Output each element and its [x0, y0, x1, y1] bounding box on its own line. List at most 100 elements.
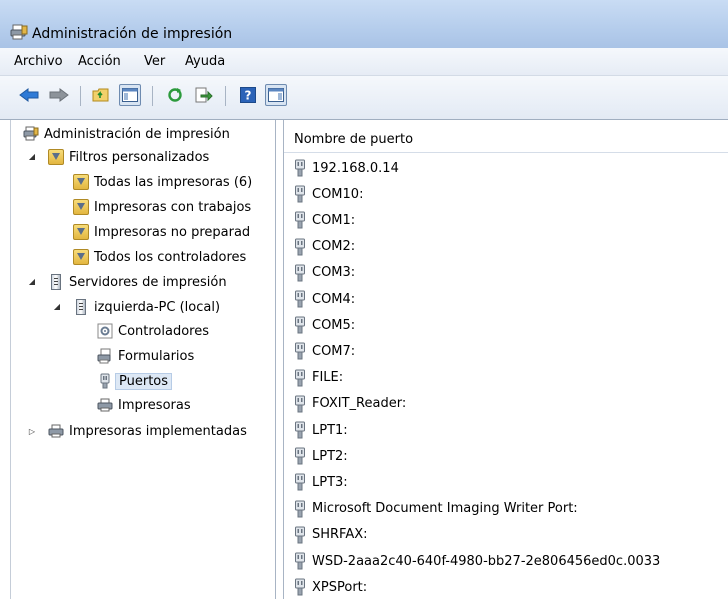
show-hide-console-tree-icon[interactable]	[119, 84, 141, 106]
port-row[interactable]: FOXIT_Reader:	[294, 393, 406, 415]
port-row[interactable]: COM10:	[294, 183, 363, 205]
menu-bar: Archivo Acción Ver Ayuda	[0, 48, 728, 76]
port-name: XPSPort:	[312, 579, 368, 595]
tree-label: Controladores	[118, 323, 209, 339]
toolbar-separator	[80, 86, 81, 106]
tree-label: Todas las impresoras (6)	[94, 174, 253, 190]
tree-node-print-servers[interactable]: Servidores de impresión	[48, 271, 227, 293]
forward-icon[interactable]	[48, 84, 70, 106]
window-title: Administración de impresión	[32, 26, 233, 42]
refresh-icon[interactable]	[164, 84, 186, 106]
port-icon	[294, 421, 306, 439]
port-row[interactable]: COM5:	[294, 314, 355, 336]
column-header-port-name[interactable]: Nombre de puerto	[284, 126, 728, 153]
port-row[interactable]: 192.168.0.14	[294, 157, 399, 179]
tree-node-deployed-printers[interactable]: Impresoras implementadas	[48, 420, 247, 442]
toolbar-separator	[152, 86, 153, 106]
export-list-icon[interactable]	[193, 84, 215, 106]
port-row[interactable]: Microsoft Document Imaging Writer Port:	[294, 498, 578, 520]
collapse-arrow-icon[interactable]: ◢	[27, 151, 37, 161]
port-name: SHRFAX:	[312, 527, 368, 543]
up-folder-icon[interactable]	[90, 84, 112, 106]
svg-text:?: ?	[245, 89, 252, 103]
collapse-arrow-icon[interactable]: ◢	[52, 301, 62, 311]
tree-node-root[interactable]: Administración de impresión	[23, 123, 230, 145]
port-icon	[294, 342, 306, 360]
tree-label: izquierda-PC (local)	[94, 299, 221, 315]
filter-icon	[73, 249, 89, 265]
port-name: Microsoft Document Imaging Writer Port:	[312, 501, 578, 517]
port-row[interactable]: COM3:	[294, 262, 355, 284]
port-name: COM5:	[312, 317, 356, 333]
port-row[interactable]: LPT1:	[294, 419, 348, 441]
drivers-icon	[97, 323, 113, 339]
menu-ayuda[interactable]: Ayuda	[185, 54, 225, 69]
port-icon	[294, 316, 306, 334]
tree-label: Todos los controladores	[94, 249, 247, 265]
tree-node-local-server[interactable]: izquierda-PC (local)	[73, 296, 220, 318]
port-row[interactable]: COM4:	[294, 288, 355, 310]
port-icon	[294, 395, 306, 413]
tree-label: Impresoras con trabajos	[94, 199, 252, 215]
port-row[interactable]: COM1:	[294, 209, 355, 231]
tree-label: Filtros personalizados	[69, 149, 210, 165]
server-icon	[76, 299, 86, 315]
tree-node-all-printers[interactable]: Todas las impresoras (6)	[73, 171, 252, 193]
port-name: COM1:	[312, 212, 356, 228]
port-name: COM10:	[312, 186, 364, 202]
port-name: COM2:	[312, 239, 356, 255]
print-management-app-icon	[10, 24, 28, 44]
port-icon	[97, 373, 113, 389]
show-hide-action-pane-icon[interactable]	[265, 84, 287, 106]
help-icon[interactable]: ?	[237, 84, 259, 106]
tree-node-forms[interactable]: Formularios	[97, 345, 194, 367]
toolbar: ?	[0, 76, 728, 120]
title-bar: Administración de impresión	[0, 0, 728, 48]
port-icon	[294, 369, 306, 387]
port-name: WSD-2aaa2c40-640f-4980-bb27-2e806456ed0c…	[312, 553, 661, 569]
console-tree: Administración de impresión ◢ Filtros pe…	[10, 120, 276, 599]
port-icon	[294, 526, 306, 544]
printer-icon	[97, 397, 113, 413]
menu-archivo[interactable]: Archivo	[14, 54, 63, 69]
forms-icon	[97, 348, 113, 364]
port-name: FILE:	[312, 370, 344, 386]
tree-node-custom-filters[interactable]: Filtros personalizados	[48, 146, 209, 168]
server-icon	[51, 274, 61, 290]
port-row[interactable]: LPT3:	[294, 471, 348, 493]
port-row[interactable]: LPT2:	[294, 445, 348, 467]
port-name: LPT2:	[312, 448, 348, 464]
port-name: LPT3:	[312, 474, 348, 490]
port-row[interactable]: XPSPort:	[294, 576, 367, 598]
port-icon	[294, 238, 306, 256]
tree-node-printers-with-jobs[interactable]: Impresoras con trabajos	[73, 196, 251, 218]
port-row[interactable]: COM7:	[294, 340, 355, 362]
filter-icon	[73, 174, 89, 190]
tree-node-drivers[interactable]: Controladores	[97, 320, 209, 342]
tree-label: Formularios	[118, 348, 195, 364]
tree-node-printers[interactable]: Impresoras	[97, 394, 191, 416]
filter-folder-icon	[48, 149, 64, 165]
port-row[interactable]: FILE:	[294, 367, 343, 389]
port-icon	[294, 578, 306, 596]
tree-node-printers-not-ready[interactable]: Impresoras no preparad	[73, 221, 250, 243]
port-icon	[294, 552, 306, 570]
tree-node-all-drivers[interactable]: Todos los controladores	[73, 246, 246, 268]
expand-arrow-icon[interactable]: ▷	[27, 426, 37, 436]
printer-icon	[48, 423, 64, 439]
port-name: COM3:	[312, 265, 356, 281]
port-name: LPT1:	[312, 422, 348, 438]
tree-label: Impresoras no preparad	[94, 224, 251, 240]
port-icon	[294, 264, 306, 282]
port-row[interactable]: COM2:	[294, 236, 355, 258]
tree-node-ports[interactable]: Puertos	[97, 370, 173, 392]
menu-accion[interactable]: Acción	[78, 54, 121, 69]
collapse-arrow-icon[interactable]: ◢	[27, 276, 37, 286]
port-icon	[294, 211, 306, 229]
port-row[interactable]: WSD-2aaa2c40-640f-4980-bb27-2e806456ed0c…	[294, 550, 660, 572]
back-icon[interactable]	[18, 84, 40, 106]
tree-label: Servidores de impresión	[69, 274, 227, 290]
port-icon	[294, 290, 306, 308]
menu-ver[interactable]: Ver	[144, 54, 165, 69]
port-row[interactable]: SHRFAX:	[294, 524, 368, 546]
